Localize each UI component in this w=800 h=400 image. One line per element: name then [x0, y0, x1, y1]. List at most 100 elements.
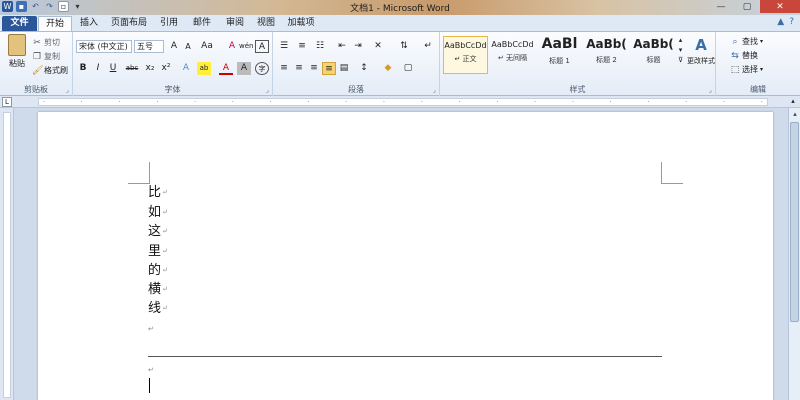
underline-button[interactable]: U	[106, 62, 120, 75]
format-painter-label: 格式刷	[44, 66, 68, 75]
style-no-spacing[interactable]: AaBbCcDd ↵ 无间隔	[490, 36, 535, 74]
margin-corner-right	[661, 162, 683, 184]
vertical-scrollbar[interactable]: ▴	[788, 108, 800, 400]
maximize-button[interactable]: ▢	[734, 0, 760, 13]
shrink-font-button[interactable]: A	[181, 40, 195, 53]
line-char: 如	[148, 205, 162, 220]
text-cursor	[149, 378, 150, 393]
style-title[interactable]: AaBb( 标题	[631, 36, 676, 74]
char-shading-button[interactable]: A	[237, 62, 251, 75]
grow-font-button[interactable]: A	[167, 40, 181, 53]
text-line[interactable]: 这↵	[148, 222, 168, 241]
help-icon[interactable]: ?	[789, 17, 794, 27]
text-line[interactable]: 比↵	[148, 183, 168, 202]
scroll-thumb[interactable]	[790, 122, 799, 322]
highlight-button[interactable]: ab	[197, 62, 211, 75]
text-line[interactable]: 线↵	[148, 299, 168, 318]
show-marks-button[interactable]: ↵	[421, 40, 435, 53]
borders-button[interactable]: ▢	[401, 62, 415, 75]
tab-view[interactable]: 视图	[252, 16, 280, 31]
vertical-ruler-scale[interactable]	[3, 112, 11, 398]
cut-button[interactable]: ✂ 剪切	[32, 37, 60, 48]
enclose-char-button[interactable]: 字	[255, 62, 269, 75]
multilevel-list-button[interactable]: ☷	[313, 40, 327, 53]
align-left-button[interactable]: ≡	[277, 62, 291, 75]
styles-group: AaBbCcDd ↵ 正文 AaBbCcDd ↵ 无间隔 AaBl 标题 1 A…	[440, 32, 716, 96]
ruler-toggle-icon[interactable]: ▴	[788, 97, 798, 107]
font-color-button[interactable]: A	[219, 62, 233, 75]
phonetic-guide-button[interactable]: wén	[239, 40, 253, 53]
decrease-indent-button[interactable]: ⇤	[335, 40, 349, 53]
tab-selector-button[interactable]: L	[2, 97, 12, 107]
align-center-button[interactable]: ≡	[292, 62, 306, 75]
style-heading-1[interactable]: AaBl 标题 1	[537, 36, 582, 74]
italic-button[interactable]: I	[91, 62, 105, 75]
style-preview: AaBb(	[586, 37, 627, 51]
style-normal[interactable]: AaBbCcDd ↵ 正文	[443, 36, 488, 74]
tab-insert[interactable]: 插入	[73, 16, 105, 31]
find-icon: ⌕	[732, 36, 738, 47]
tab-page-layout[interactable]: 页面布局	[106, 16, 152, 31]
numbering-button[interactable]: ≡	[295, 40, 309, 53]
bold-button[interactable]: B	[76, 62, 90, 75]
paste-button[interactable]: 粘贴	[4, 34, 30, 69]
justify-button[interactable]: ≡	[322, 62, 336, 75]
text-line[interactable]: 如↵	[148, 203, 168, 222]
strikethrough-button[interactable]: abc	[123, 62, 141, 75]
distributed-button[interactable]: ▤	[337, 62, 351, 75]
bullets-button[interactable]: ☰	[277, 40, 291, 53]
font-group: 宋体 (中文正) 五号 A A Aa A wén A B I U abc x₂ …	[73, 32, 273, 96]
text-line[interactable]: 的↵	[148, 261, 168, 280]
subscript-button[interactable]: x₂	[143, 62, 157, 75]
format-painter-button[interactable]: 🖌 格式刷	[32, 65, 68, 76]
font-launcher-icon[interactable]: ⌟	[266, 86, 269, 94]
clipboard-group-label: 剪贴板	[24, 85, 48, 94]
minimize-ribbon-icon[interactable]: ▲	[777, 17, 784, 27]
paragraph-mark[interactable]: ↵	[148, 366, 154, 374]
clear-format-button[interactable]: A	[225, 40, 239, 53]
superscript-button[interactable]: x²	[159, 62, 173, 75]
tab-review[interactable]: 审阅	[219, 16, 251, 31]
paragraph-mark: ↵	[162, 266, 168, 274]
replace-button[interactable]: ⇆ 替换	[730, 50, 758, 61]
minimize-button[interactable]: —	[708, 0, 734, 13]
text-line[interactable]: 横↵	[148, 280, 168, 299]
style-heading-2[interactable]: AaBb( 标题 2	[584, 36, 629, 74]
chinese-layout-button[interactable]: ✕	[371, 40, 385, 53]
sort-button[interactable]: ⇅	[397, 40, 411, 53]
text-effect-button[interactable]: A	[179, 62, 193, 75]
line-spacing-button[interactable]: ↕	[357, 62, 371, 75]
clipboard-launcher-icon[interactable]: ⌟	[66, 86, 69, 94]
style-gallery-scroll[interactable]: ▴ ▾ ⊽	[678, 36, 683, 64]
increase-indent-button[interactable]: ⇥	[351, 40, 365, 53]
tab-references[interactable]: 引用	[153, 16, 185, 31]
text-line[interactable]: 里↵	[148, 242, 168, 261]
char-border-button[interactable]: A	[255, 40, 269, 53]
change-case-button[interactable]: Aa	[197, 40, 217, 53]
select-button[interactable]: ⬚ 选择 ▾	[730, 64, 763, 75]
font-name-select[interactable]: 宋体 (中文正)	[76, 40, 132, 53]
find-button[interactable]: ⌕ 查找 ▾	[730, 36, 763, 47]
horizontal-rule	[148, 356, 662, 357]
font-size-select[interactable]: 五号	[134, 40, 164, 53]
tab-addins[interactable]: 加载项	[281, 16, 321, 31]
paragraph-mark: ↵	[162, 304, 168, 312]
paragraph-mark[interactable]: ↵	[148, 325, 154, 333]
align-right-button[interactable]: ≡	[307, 62, 321, 75]
margin-corner-left	[128, 162, 150, 184]
styles-launcher-icon[interactable]: ⌟	[709, 86, 712, 94]
tab-home[interactable]: 开始	[38, 16, 72, 31]
copy-button[interactable]: ❐ 复制	[32, 51, 60, 62]
change-styles-button[interactable]: A 更改样式	[686, 36, 716, 66]
paragraph-mark: ↵	[162, 285, 168, 293]
tab-file[interactable]: 文件	[2, 16, 37, 31]
window-controls: — ▢ ✕	[708, 0, 800, 13]
close-button[interactable]: ✕	[760, 0, 800, 13]
paragraph-mark: ↵	[162, 188, 168, 196]
shading-button[interactable]: ◆	[381, 62, 395, 75]
paragraph-launcher-icon[interactable]: ⌟	[433, 86, 436, 94]
ribbon-tabs: 文件 开始 插入 页面布局 引用 邮件 审阅 视图 加载项 ▲ ?	[0, 15, 800, 32]
scroll-up-arrow-icon[interactable]: ▴	[789, 108, 800, 120]
tab-mailings[interactable]: 邮件	[186, 16, 218, 31]
ruler-scale[interactable]: · · · · · · · · · · · · · · · · · · · ·	[38, 98, 768, 106]
